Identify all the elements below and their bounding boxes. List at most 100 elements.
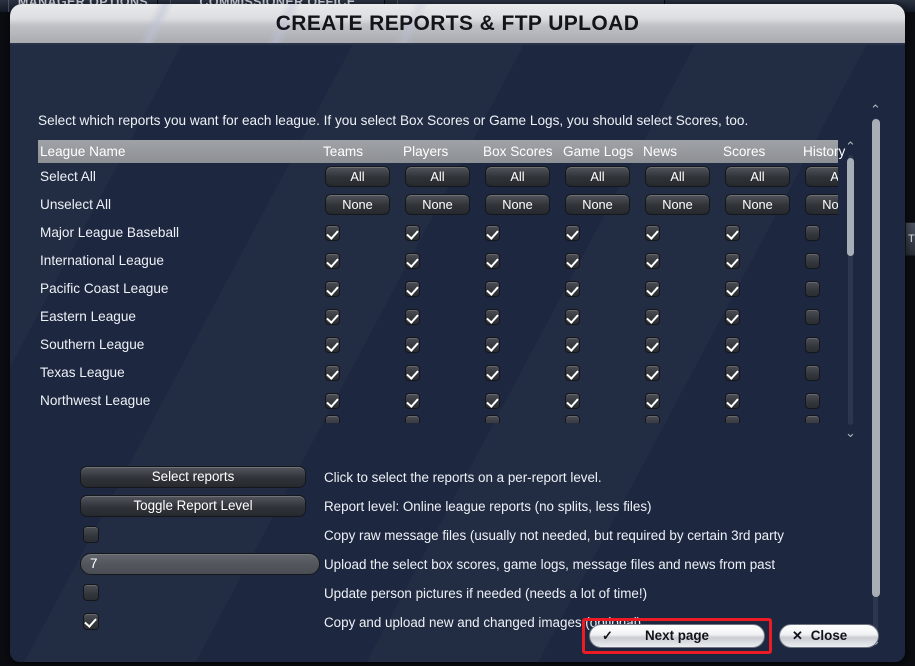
league-report-checkbox[interactable] [805,337,820,353]
league-report-checkbox[interactable] [645,225,660,241]
unselect-all-button[interactable]: None [485,194,550,215]
option-checkbox[interactable] [83,584,99,601]
unselect-all-button[interactable]: None [805,194,838,215]
table-column-header[interactable]: Players [403,140,448,163]
unselect-all-button[interactable]: None [405,194,470,215]
select-all-button[interactable]: All [645,166,710,187]
table-column-header[interactable]: Game Logs [563,140,633,163]
league-report-checkbox[interactable] [325,365,340,381]
league-report-checkbox[interactable] [325,253,340,269]
dialog-body: Select which reports you want for each l… [10,45,905,662]
option-description: Report level: Online league reports (no … [324,499,652,514]
league-report-checkbox[interactable] [405,337,420,353]
league-report-checkbox[interactable] [725,337,740,353]
league-report-checkbox[interactable] [405,225,420,241]
unselect-all-button[interactable]: None [565,194,630,215]
league-report-checkbox[interactable] [405,281,420,297]
league-report-checkbox[interactable] [565,309,580,325]
table-row: Texas League [38,359,838,387]
dialog-scroll-up-icon[interactable]: ⌃ [867,103,884,117]
league-report-checkbox[interactable] [325,393,340,409]
league-report-checkbox[interactable] [645,281,660,297]
league-report-checkbox[interactable] [645,337,660,353]
league-report-checkbox[interactable] [405,393,420,409]
league-report-checkbox[interactable] [565,281,580,297]
league-report-checkbox[interactable] [645,393,660,409]
league-report-checkbox[interactable] [805,309,820,325]
background-right-sliver-label: Tr [908,233,915,245]
select-all-button[interactable]: All [485,166,550,187]
select-all-button[interactable]: All [405,166,470,187]
table-body: Select All All All All All All All All Unselect … [38,163,838,440]
create-reports-dialog: CREATE REPORTS & FTP UPLOAD Select which… [10,4,905,662]
table-scroll-thumb[interactable] [847,158,854,256]
league-report-checkbox[interactable] [645,309,660,325]
league-report-checkbox[interactable] [565,337,580,353]
league-report-checkbox[interactable] [725,309,740,325]
league-report-checkbox[interactable] [325,225,340,241]
table-column-header[interactable]: Scores [723,140,765,163]
league-report-checkbox[interactable] [325,309,340,325]
league-report-checkbox[interactable] [645,253,660,269]
league-report-checkbox[interactable] [805,393,820,409]
table-column-header[interactable]: News [643,140,677,163]
row-label: Major League Baseball [40,225,180,240]
table-column-header[interactable]: Teams [323,140,363,163]
league-report-checkbox[interactable] [485,309,500,325]
league-report-checkbox[interactable] [405,365,420,381]
league-report-checkbox[interactable] [485,393,500,409]
league-report-checkbox[interactable] [325,281,340,297]
league-report-checkbox[interactable] [565,393,580,409]
league-report-checkbox[interactable] [565,253,580,269]
league-report-checkbox[interactable] [485,281,500,297]
unselect-all-button[interactable]: None [325,194,390,215]
dialog-scroll-thumb[interactable] [872,119,880,597]
option-checkbox[interactable] [83,613,99,630]
select-all-button[interactable]: All [725,166,790,187]
table-scroll-up-icon[interactable]: ⌃ [843,140,858,154]
option-checkbox[interactable] [83,526,99,543]
option-button[interactable]: Toggle Report Level [80,495,306,517]
table-column-header[interactable]: Box Scores [483,140,553,163]
league-report-checkbox[interactable] [325,337,340,353]
league-report-checkbox[interactable] [725,253,740,269]
league-report-checkbox[interactable] [405,309,420,325]
league-report-checkbox[interactable] [485,365,500,381]
table-column-header[interactable]: League Name [40,140,125,163]
row-label: International League [40,253,164,268]
row-label: Texas League [40,365,125,380]
league-report-checkbox[interactable] [725,281,740,297]
next-page-button[interactable]: ✓ Next page [589,624,765,648]
next-page-button-label: Next page [645,628,709,643]
option-button[interactable]: Select reports [80,466,306,488]
select-all-button[interactable]: All [805,166,838,187]
league-report-checkbox[interactable] [805,281,820,297]
league-report-checkbox[interactable] [725,393,740,409]
league-report-checkbox[interactable] [405,253,420,269]
table-row: Southern League [38,331,838,359]
league-report-checkbox[interactable] [805,365,820,381]
league-report-checkbox[interactable] [485,337,500,353]
table-scrollbar[interactable]: ⌃ ⌄ [843,140,858,440]
unselect-all-button[interactable]: None [645,194,710,215]
league-report-checkbox[interactable] [565,225,580,241]
league-report-checkbox[interactable] [805,225,820,241]
close-button[interactable]: ✕ Close [779,624,879,648]
option-description: Update person pictures if needed (needs … [324,586,648,601]
table-scroll-down-icon[interactable]: ⌄ [843,426,858,440]
table-column-header[interactable]: History [803,140,845,163]
league-report-checkbox[interactable] [485,225,500,241]
league-report-checkbox[interactable] [725,225,740,241]
select-all-button[interactable]: All [565,166,630,187]
league-report-checkbox[interactable] [805,253,820,269]
league-report-checkbox[interactable] [485,253,500,269]
dialog-scrollbar[interactable]: ⌃ ⌄ [867,103,884,648]
dialog-titlebar: CREATE REPORTS & FTP UPLOAD [10,4,905,45]
league-report-checkbox[interactable] [565,365,580,381]
option-number-input[interactable]: 7 [80,553,320,575]
row-label: Eastern League [40,309,136,324]
league-report-checkbox[interactable] [725,365,740,381]
unselect-all-button[interactable]: None [725,194,790,215]
select-all-button[interactable]: All [325,166,390,187]
league-report-checkbox[interactable] [645,365,660,381]
